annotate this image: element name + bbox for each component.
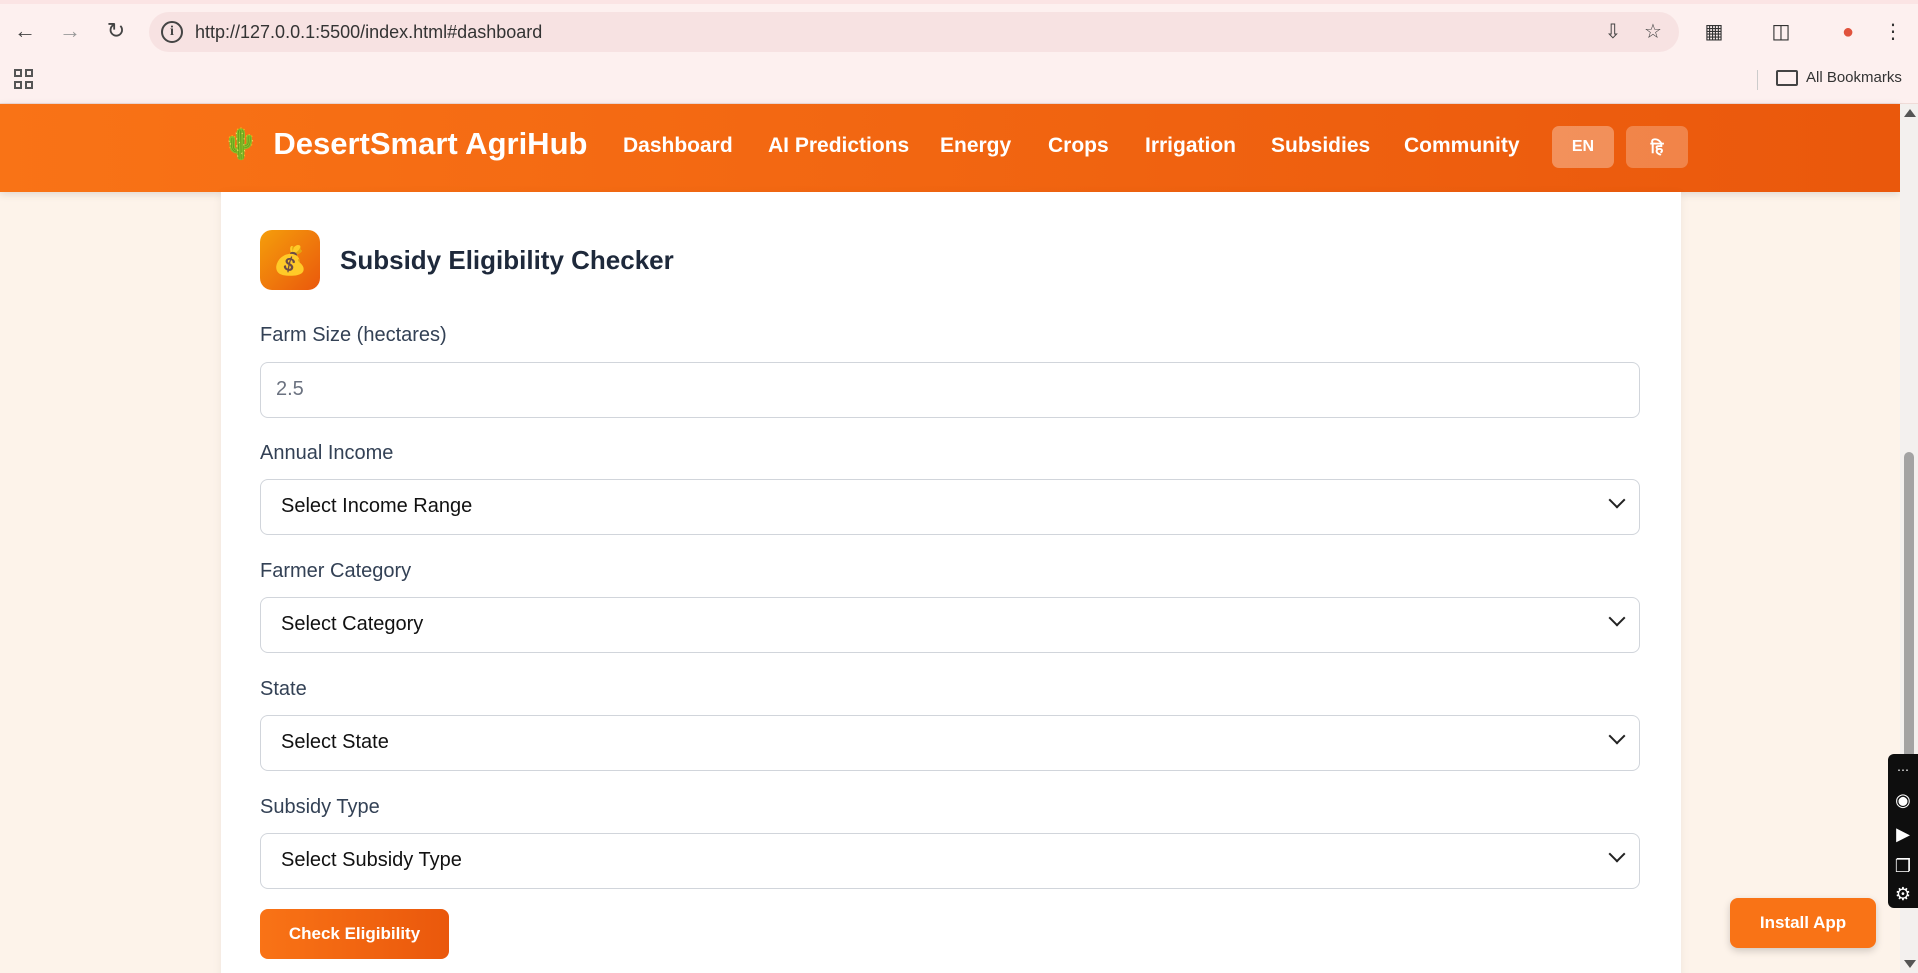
nav-dashboard[interactable]: Dashboard (623, 134, 733, 158)
url-text[interactable]: http://127.0.0.1:5500/index.html#dashboa… (195, 22, 542, 43)
farmer-category-label: Farmer Category (260, 560, 412, 582)
apps-grid-icon[interactable] (14, 69, 34, 89)
farm-size-label: Farm Size (hectares) (260, 324, 447, 346)
install-app-button[interactable]: Install App (1730, 898, 1876, 948)
farm-size-input[interactable]: 2.5 (260, 362, 1640, 418)
farmer-category-select[interactable]: Select Category (260, 597, 1640, 653)
forward-icon[interactable]: → (55, 16, 85, 46)
reload-icon[interactable]: ↻ (101, 16, 131, 46)
nav-irrigation[interactable]: Irrigation (1145, 134, 1236, 158)
address-bar[interactable]: i http://127.0.0.1:5500/index.html#dashb… (149, 12, 1679, 52)
chevron-down-icon (1608, 491, 1626, 509)
card-title: Subsidy Eligibility Checker (340, 244, 674, 275)
extensions-icon[interactable]: ▦ (1700, 18, 1728, 46)
camera-icon[interactable]: ◉ (1891, 788, 1915, 812)
app-header: 🌵 DesertSmart AgriHub Dashboard AI Predi… (0, 104, 1900, 192)
gear-icon[interactable]: ⚙ (1891, 882, 1915, 906)
lang-en-button[interactable]: EN (1552, 126, 1614, 168)
check-eligibility-button[interactable]: Check Eligibility (260, 909, 449, 959)
install-page-icon[interactable]: ⇩ (1601, 20, 1625, 44)
all-bookmarks-label[interactable]: All Bookmarks (1806, 69, 1902, 86)
back-icon[interactable]: ← (10, 16, 40, 46)
windows-icon[interactable]: ❐ (1891, 854, 1915, 878)
chevron-down-icon (1608, 609, 1626, 627)
state-label: State (260, 678, 307, 700)
subsidy-type-value: Select Subsidy Type (281, 849, 462, 871)
chevron-down-icon (1608, 727, 1626, 745)
bookmarks-bar (0, 64, 1918, 104)
profile-avatar[interactable]: ● (1834, 18, 1862, 46)
bookmark-star-icon[interactable]: ☆ (1641, 20, 1665, 44)
menu-kebab-icon[interactable]: ⋮ (1879, 18, 1907, 46)
brand[interactable]: 🌵 DesertSmart AgriHub (222, 126, 587, 162)
scroll-down-arrow-icon[interactable] (1904, 960, 1916, 968)
nav-subsidies[interactable]: Subsidies (1271, 134, 1370, 158)
subsidy-checker-card: 💰 Subsidy Eligibility Checker Farm Size … (221, 192, 1681, 973)
state-value: Select State (281, 731, 389, 753)
annual-income-select[interactable]: Select Income Range (260, 479, 1640, 535)
nav-ai-predictions[interactable]: AI Predictions (768, 134, 909, 158)
card-header: 💰 Subsidy Eligibility Checker (260, 230, 674, 290)
subsidy-type-select[interactable]: Select Subsidy Type (260, 833, 1640, 889)
subsidy-type-label: Subsidy Type (260, 796, 380, 818)
money-bag-icon: 💰 (260, 230, 320, 290)
annual-income-label: Annual Income (260, 442, 394, 464)
brand-name[interactable]: DesertSmart AgriHub (273, 126, 587, 162)
lang-hi-button[interactable]: हि (1626, 126, 1688, 168)
scroll-up-arrow-icon[interactable] (1904, 109, 1916, 117)
bookmarks-divider (1757, 70, 1758, 90)
site-info-icon[interactable]: i (161, 21, 183, 43)
nav-crops[interactable]: Crops (1048, 134, 1109, 158)
capture-toolbar: ⋯ ◉ ▶ ❐ ⚙ (1888, 754, 1918, 908)
folder-icon[interactable] (1776, 70, 1798, 86)
video-icon[interactable]: ▶ (1891, 822, 1915, 846)
browser-toolbar: ← → ↻ i http://127.0.0.1:5500/index.html… (0, 0, 1918, 64)
chevron-down-icon (1608, 845, 1626, 863)
nav-community[interactable]: Community (1404, 134, 1520, 158)
more-icon[interactable]: ⋯ (1891, 758, 1915, 782)
farmer-category-value: Select Category (281, 613, 424, 635)
tab-search-icon[interactable]: ◫ (1767, 18, 1795, 46)
state-select[interactable]: Select State (260, 715, 1640, 771)
farm-size-placeholder: 2.5 (276, 378, 304, 400)
cactus-icon: 🌵 (222, 127, 260, 161)
annual-income-value: Select Income Range (281, 495, 473, 517)
nav-energy[interactable]: Energy (940, 134, 1011, 158)
tab-strip-edge (0, 0, 1918, 4)
